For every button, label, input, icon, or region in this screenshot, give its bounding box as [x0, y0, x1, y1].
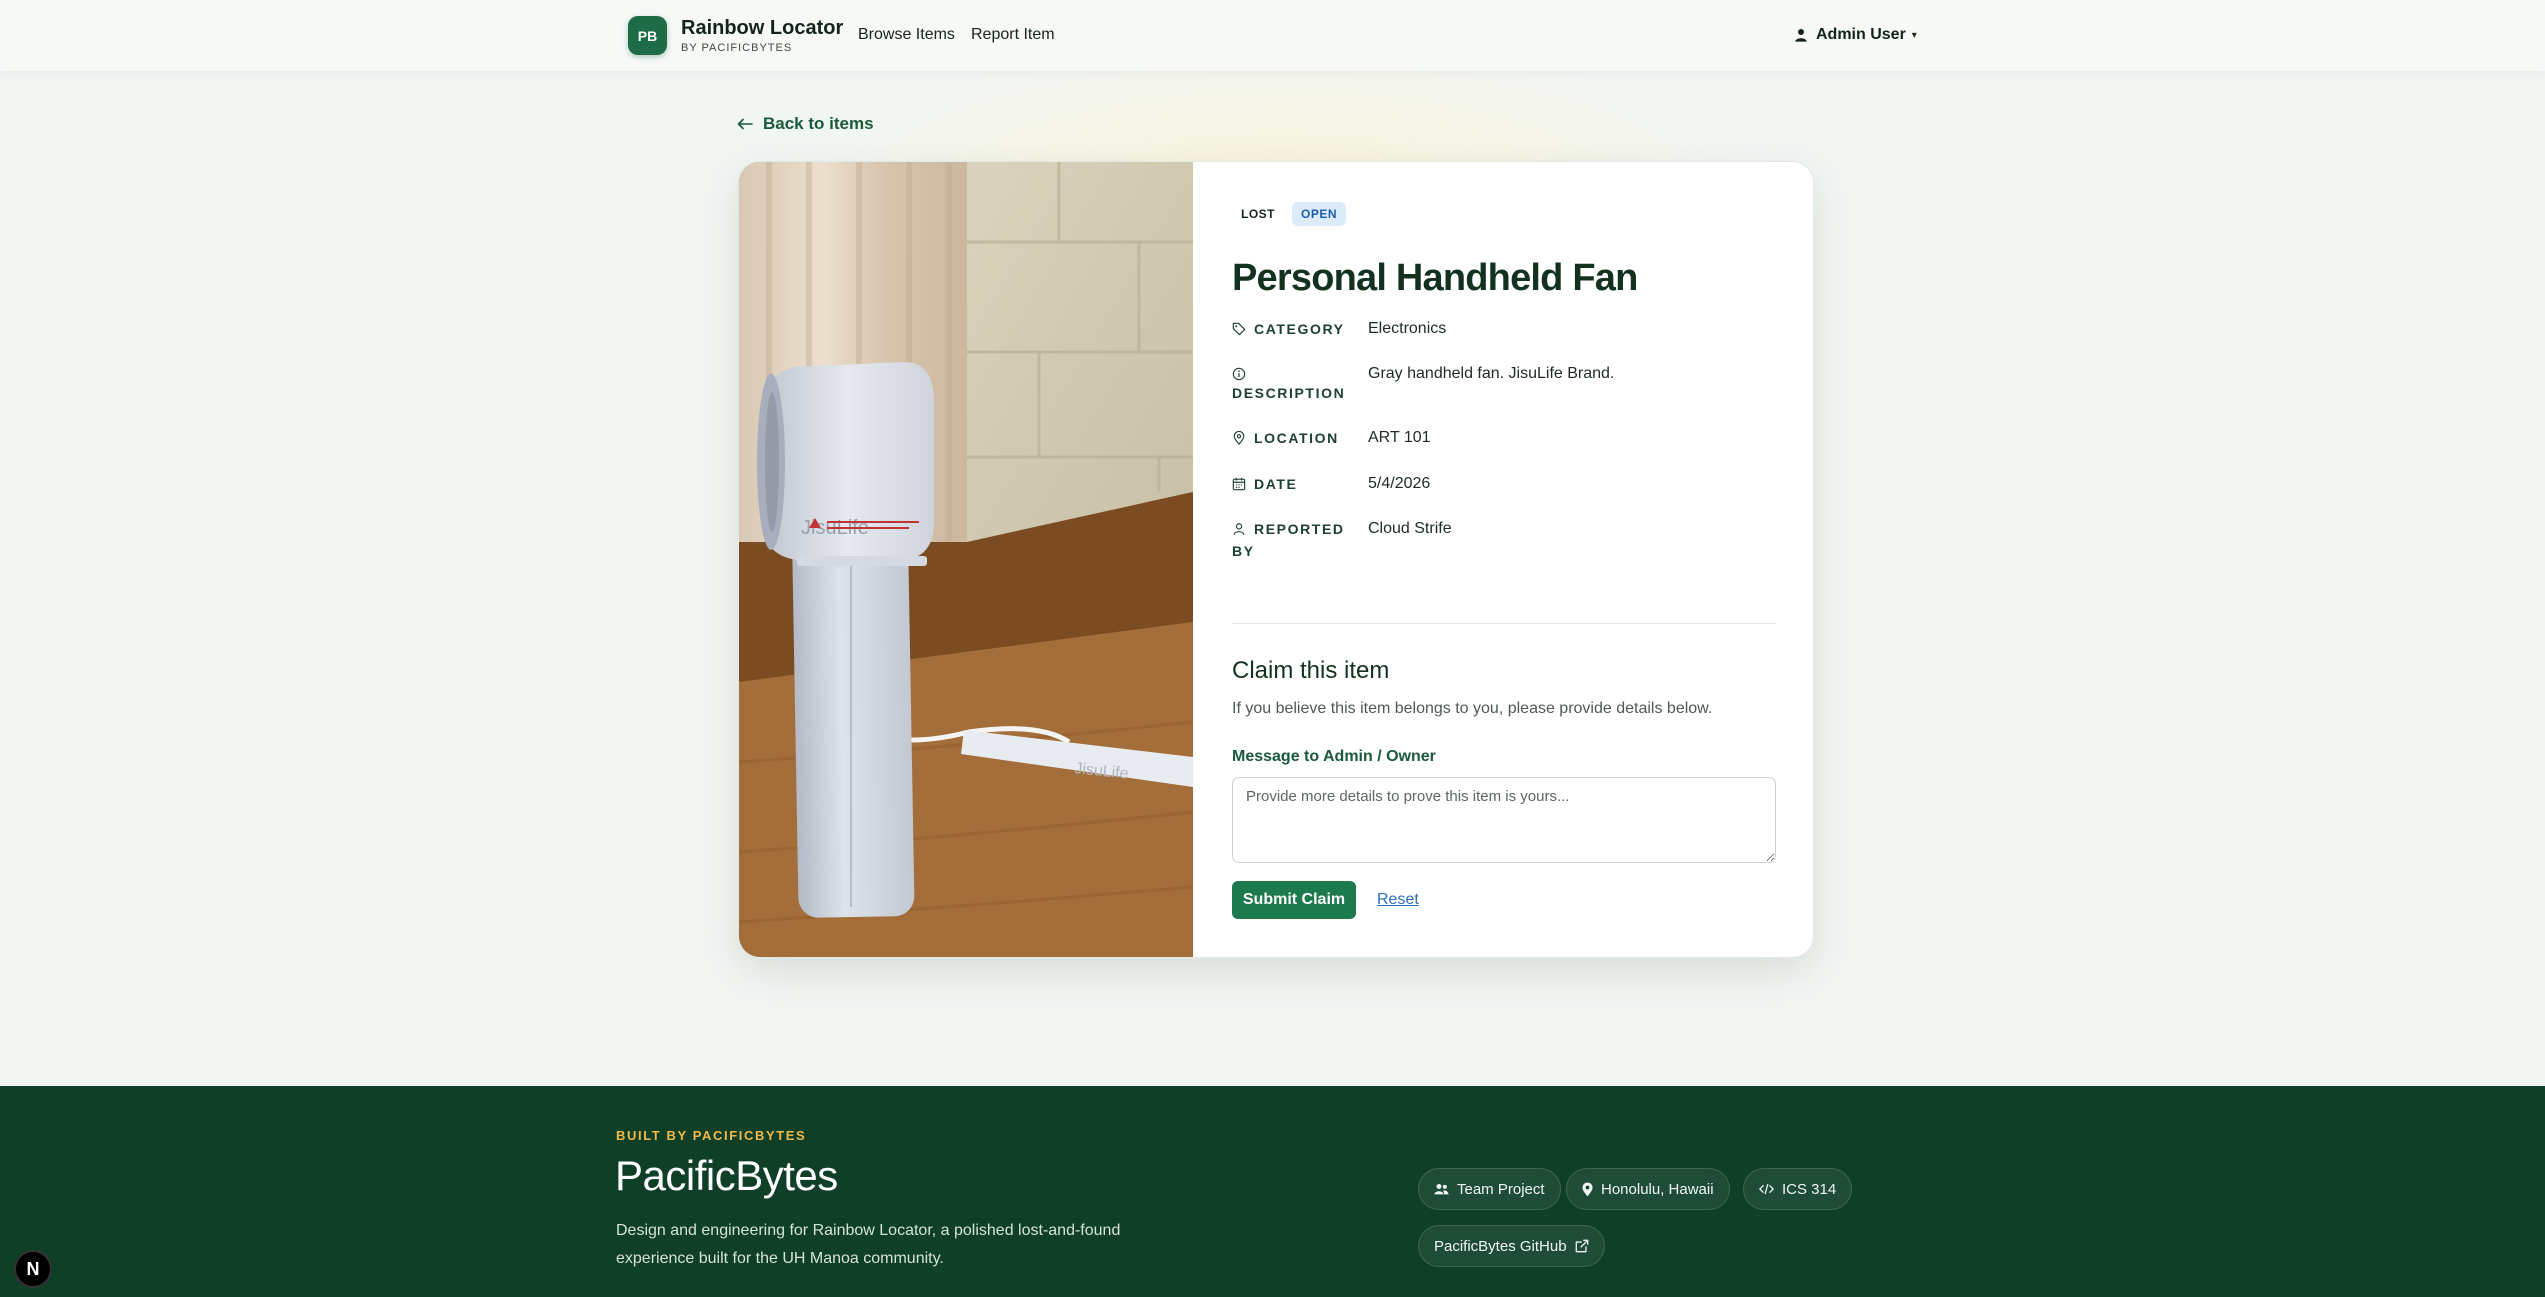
users-icon: [1434, 1184, 1449, 1195]
detail-description-value: Gray handheld fan. JisuLife Brand.: [1368, 365, 1615, 382]
claim-message-label: Message to Admin / Owner: [1232, 748, 1436, 765]
tag-icon: [1232, 322, 1246, 336]
footer-title: PacificBytes: [615, 1152, 838, 1199]
detail-date-label: DATE: [1232, 474, 1368, 494]
map-pin-icon: [1582, 1181, 1593, 1196]
footer-chip-location: Honolulu, Hawaii: [1566, 1168, 1730, 1210]
detail-reported-by-label: REPORTED BY: [1232, 521, 1345, 559]
item-detail-card: JisuLife JisuLife LOST OPEN Personal Han…: [738, 161, 1814, 958]
footer-chip-course: ICS 314: [1743, 1168, 1853, 1210]
nav-browse-items[interactable]: Browse Items: [858, 26, 955, 44]
footer-chip-team: Team Project: [1418, 1168, 1561, 1210]
item-status-chips: LOST OPEN: [1232, 202, 1347, 226]
brand-subtitle: BY PACIFICBYTES: [681, 41, 793, 54]
map-pin-icon: [1233, 431, 1245, 445]
arrow-left-icon: [737, 118, 753, 130]
detail-date-value: 5/4/2026: [1368, 475, 1431, 492]
detail-location-value: ART 101: [1368, 429, 1431, 446]
footer-kicker: BUILT BY PACIFICBYTES: [616, 1128, 807, 1143]
navbar: PB Rainbow Locator BY PACIFICBYTES Brows…: [0, 0, 2545, 71]
external-link-icon: [1575, 1239, 1588, 1253]
calendar-icon: [1232, 477, 1246, 491]
lost-badge: LOST: [1241, 207, 1275, 221]
code-icon: [1759, 1183, 1774, 1195]
detail-description-label: DESCRIPTION: [1232, 364, 1368, 403]
user-icon: [1795, 29, 1807, 42]
submit-claim-button[interactable]: Submit Claim: [1232, 881, 1356, 919]
detail-description: DESCRIPTION Gray handheld fan. JisuLife …: [1232, 364, 1776, 403]
brand-logo-badge: PB: [628, 16, 667, 55]
nav-report-item[interactable]: Report Item: [971, 26, 1055, 44]
user-menu-dropdown[interactable]: Admin User ▾: [1794, 26, 1917, 44]
detail-date: DATE 5/4/2026: [1232, 474, 1776, 494]
detail-category-value: Electronics: [1368, 320, 1447, 337]
user-name: Admin User: [1816, 26, 1906, 43]
chevron-down-icon: ▾: [1911, 29, 1917, 41]
detail-location: LOCATION ART 101: [1232, 428, 1776, 448]
open-status-badge: OPEN: [1292, 202, 1347, 226]
back-link-label: Back to items: [763, 114, 874, 133]
footer: BUILT BY PACIFICBYTES PacificBytes Desig…: [0, 1086, 2545, 1297]
dev-tools-badge[interactable]: N: [14, 1250, 52, 1288]
claim-section-description: If you believe this item belongs to you,…: [1232, 700, 1713, 717]
footer-github-link[interactable]: PacificBytes GitHub: [1418, 1225, 1605, 1267]
back-to-items-link[interactable]: Back to items: [737, 114, 874, 134]
claim-message-input[interactable]: [1232, 777, 1776, 863]
item-photo: JisuLife JisuLife: [739, 162, 1193, 957]
info-icon: [1232, 367, 1246, 381]
brand-home-link[interactable]: PB Rainbow Locator BY PACIFICBYTES: [628, 16, 843, 55]
detail-category: CATEGORY Electronics: [1232, 319, 1776, 339]
detail-reported-by-value: Cloud Strife: [1368, 520, 1452, 537]
user-icon: [1233, 523, 1245, 535]
brand-name: Rainbow Locator: [681, 16, 844, 39]
detail-reported-by: REPORTED BY Cloud Strife: [1232, 519, 1776, 561]
handheld-fan-photo: JisuLife JisuLife: [739, 162, 1193, 957]
brand-text: Rainbow Locator BY PACIFICBYTES: [681, 17, 843, 55]
reset-link[interactable]: Reset: [1377, 891, 1419, 909]
section-divider: [1232, 623, 1776, 624]
claim-section-title: Claim this item: [1232, 657, 1390, 684]
footer-description: Design and engineering for Rainbow Locat…: [616, 1222, 1121, 1267]
item-details-panel: LOST OPEN Personal Handheld Fan CATEGORY…: [1232, 162, 1776, 957]
detail-location-label: LOCATION: [1232, 428, 1368, 448]
item-title: Personal Handheld Fan: [1232, 257, 1638, 299]
detail-category-label: CATEGORY: [1232, 319, 1368, 339]
